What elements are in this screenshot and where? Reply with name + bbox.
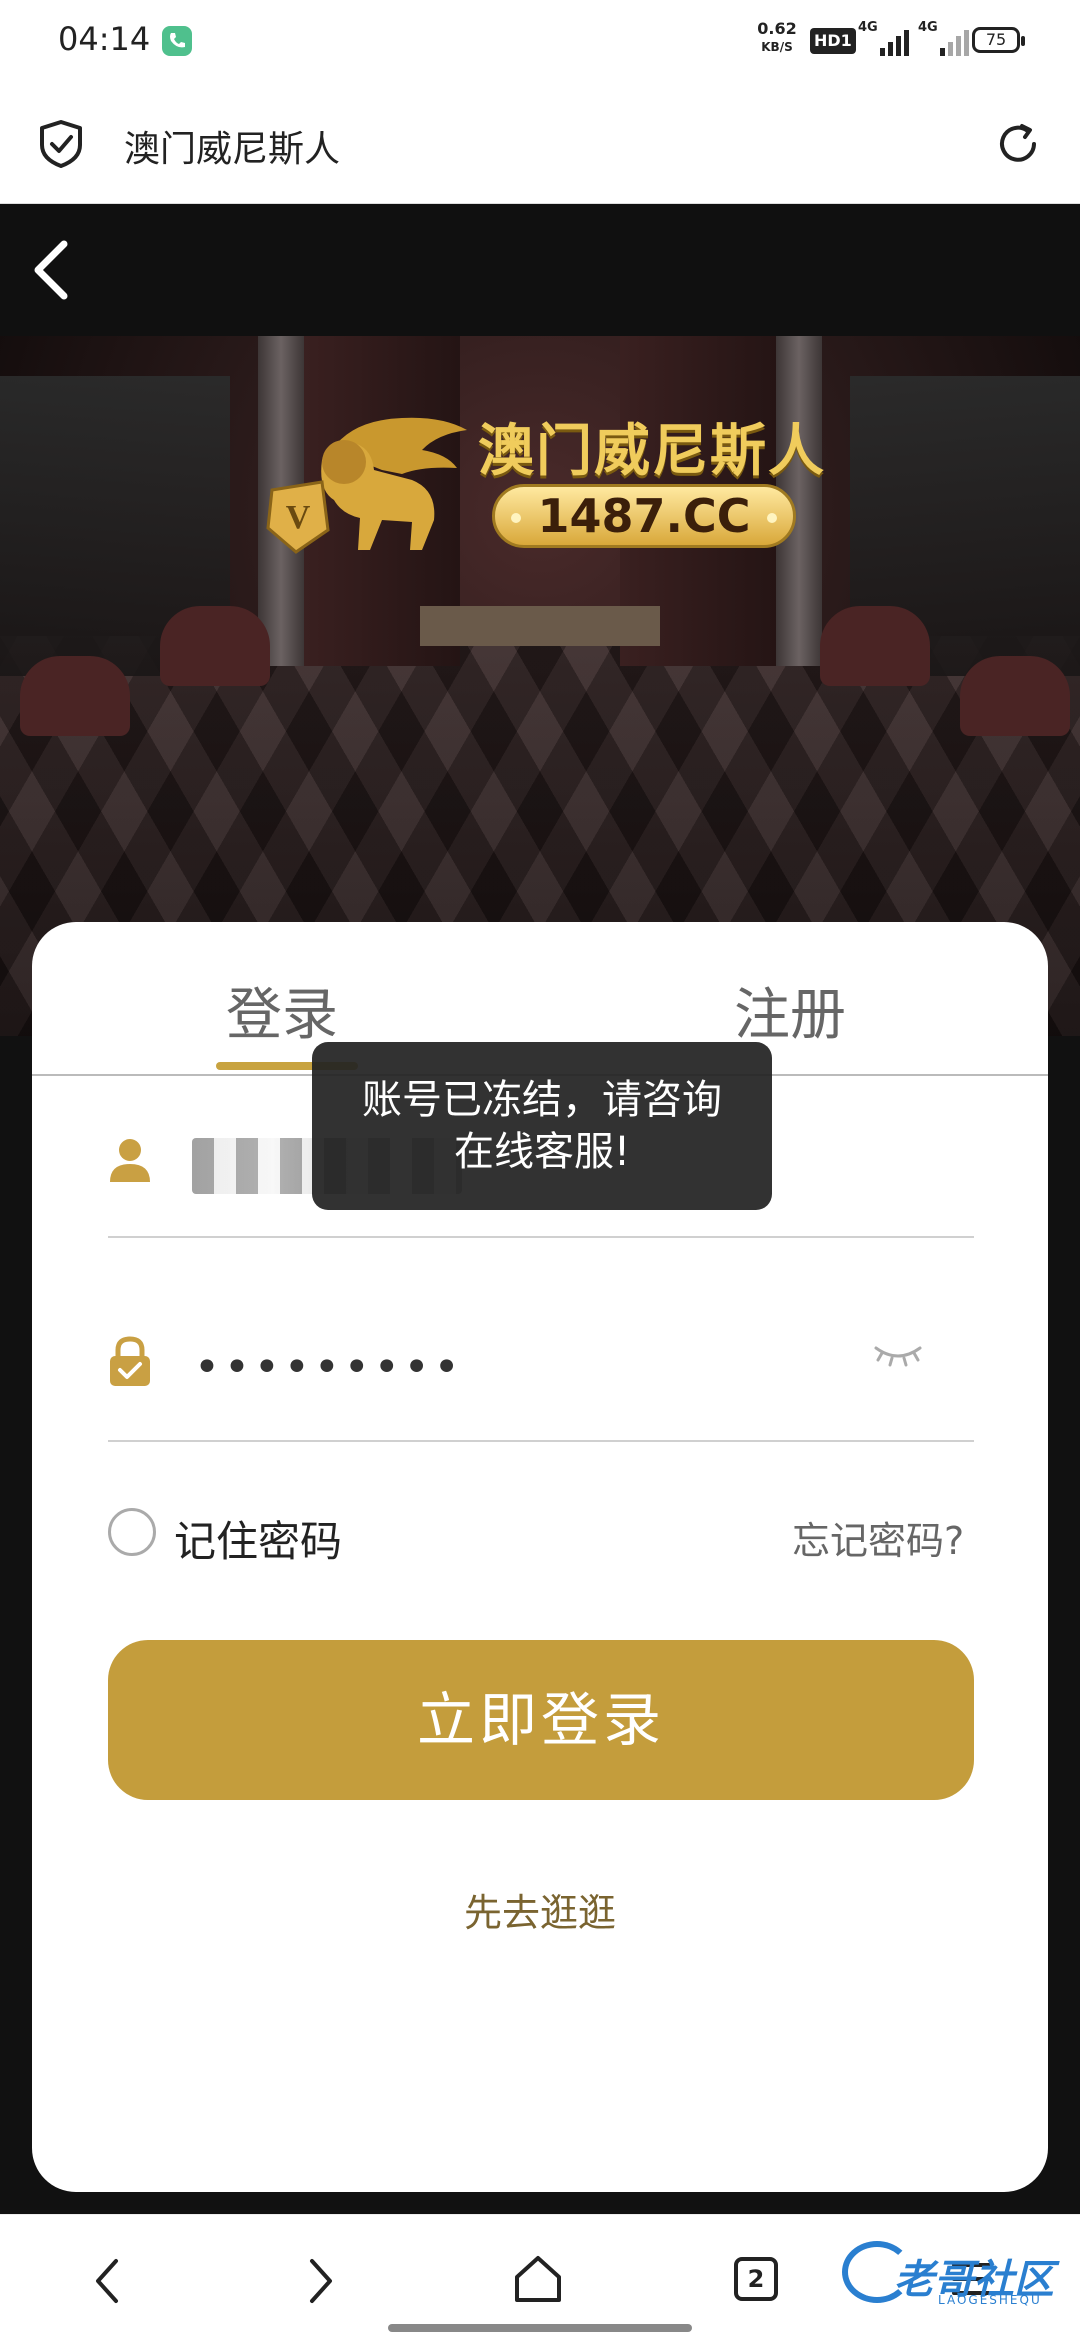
status-bar: 04:14 0.62 KB/S HD1 4G 4G 75 (0, 0, 1080, 82)
toast-line-1: 账号已冻结，请咨询 (362, 1077, 722, 1123)
brand-name: 澳门威尼斯人 (478, 419, 826, 484)
nav-home-icon[interactable] (512, 2253, 564, 2305)
chair (20, 656, 130, 736)
login-button[interactable]: 立即登录 (108, 1640, 974, 1800)
tab-login[interactable]: 登录 (226, 970, 338, 1051)
username-underline (108, 1236, 974, 1238)
forgot-password-link[interactable]: 忘记密码? (792, 1510, 964, 1565)
chair (820, 606, 930, 686)
chair (160, 606, 270, 686)
page-header (0, 204, 1080, 336)
browser-nav-bar: 2 老哥社区 LAOGESHEQU (0, 2214, 1080, 2340)
site-title: 澳门威尼斯人 (124, 129, 341, 170)
network-speed: 0.62 KB/S (757, 19, 797, 55)
chair (960, 656, 1070, 736)
battery-icon: 75 (972, 27, 1025, 53)
phone-call-icon (162, 26, 192, 56)
back-arrow-icon[interactable] (30, 238, 74, 302)
brand-domain: 1487.CC (492, 484, 796, 548)
hd-voice-badge: HD1 (810, 28, 856, 54)
password-input[interactable]: ••••••••• (194, 1342, 464, 1393)
error-toast: 账号已冻结，请咨询 在线客服! (312, 1042, 772, 1210)
eye-closed-icon[interactable] (872, 1340, 924, 1370)
lock-icon (110, 1336, 150, 1386)
nav-back-icon[interactable] (92, 2257, 122, 2305)
tab-register[interactable]: 注册 (734, 970, 846, 1051)
user-icon (110, 1139, 150, 1182)
browse-first-link[interactable]: 先去逛逛 (32, 1882, 1048, 1937)
remember-password-radio[interactable] (108, 1508, 156, 1556)
nav-tabs-button[interactable]: 2 (734, 2257, 778, 2301)
home-indicator[interactable] (388, 2324, 692, 2332)
shield-check-icon[interactable] (38, 119, 84, 169)
watermark: 老哥社区 LAOGESHEQU (842, 2239, 1072, 2319)
status-time: 04:14 (58, 20, 151, 58)
nav-forward-icon[interactable] (306, 2257, 336, 2305)
refresh-icon[interactable] (994, 120, 1042, 168)
watermark-subtext: LAOGESHEQU (938, 2293, 1042, 2307)
winged-lion-logo-icon: V (266, 417, 467, 554)
stage (420, 606, 660, 646)
svg-text:V: V (286, 499, 311, 536)
browser-header: 澳门威尼斯人 (0, 82, 1080, 204)
toast-line-2: 在线客服! (453, 1129, 631, 1175)
remember-password-label[interactable]: 记住密码 (174, 1508, 342, 1569)
password-underline (108, 1440, 974, 1442)
